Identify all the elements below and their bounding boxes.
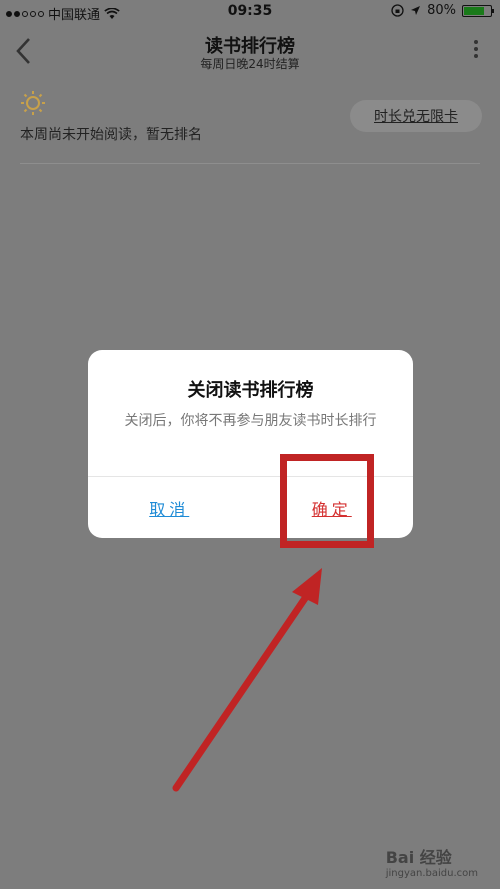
baidu-watermark: Bai 经验 jingyan.baidu.com: [386, 844, 478, 879]
watermark-brand: Bai 经验: [385, 848, 452, 867]
annotation-arrow-icon: [172, 568, 322, 792]
watermark-url: jingyan.baidu.com: [385, 868, 478, 879]
